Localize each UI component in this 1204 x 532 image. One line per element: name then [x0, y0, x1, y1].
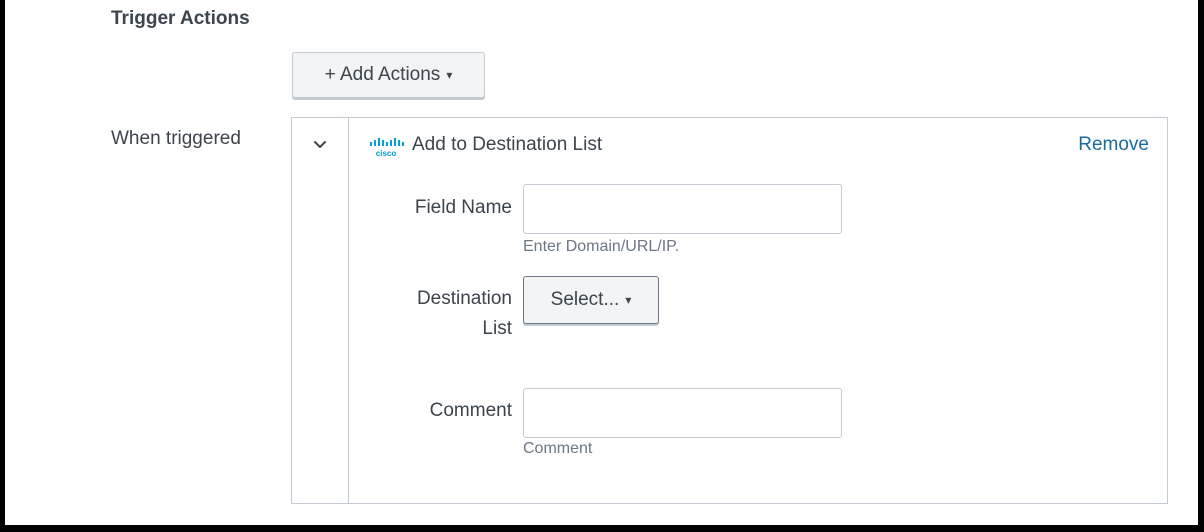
caret-down-icon: ▾	[446, 68, 453, 82]
add-actions-button[interactable]: + Add Actions ▾	[292, 52, 485, 98]
action-card: cisco Add to Destination List Remove Fie…	[291, 117, 1168, 504]
card-divider	[348, 118, 349, 503]
section-title: Trigger Actions	[111, 8, 250, 29]
destination-list-select[interactable]: Select... ▾	[523, 276, 659, 324]
destination-list-label-line2: List	[482, 318, 512, 339]
action-title: Add to Destination List	[412, 134, 603, 155]
caret-down-icon: ▾	[625, 293, 632, 307]
chevron-down-icon[interactable]	[310, 135, 330, 155]
field-name-input[interactable]	[523, 184, 842, 234]
add-actions-label: + Add Actions	[324, 64, 441, 85]
remove-link[interactable]: Remove	[1078, 134, 1149, 156]
field-name-label: Field Name	[414, 197, 512, 218]
when-triggered-label: When triggered	[111, 128, 241, 149]
destination-list-label: Destination List	[362, 284, 512, 344]
field-name-help: Enter Domain/URL/IP.	[523, 238, 680, 255]
comment-help: Comment	[523, 440, 593, 457]
comment-label: Comment	[429, 400, 512, 421]
destination-list-label-line1: Destination	[416, 288, 512, 309]
cisco-logo-text: cisco	[376, 149, 397, 157]
destination-list-value: Select...	[550, 289, 620, 310]
comment-input[interactable]	[523, 388, 842, 438]
page: Trigger Actions + Add Actions ▾ When tri…	[5, 0, 1198, 525]
cisco-logo-icon: cisco	[370, 138, 404, 157]
